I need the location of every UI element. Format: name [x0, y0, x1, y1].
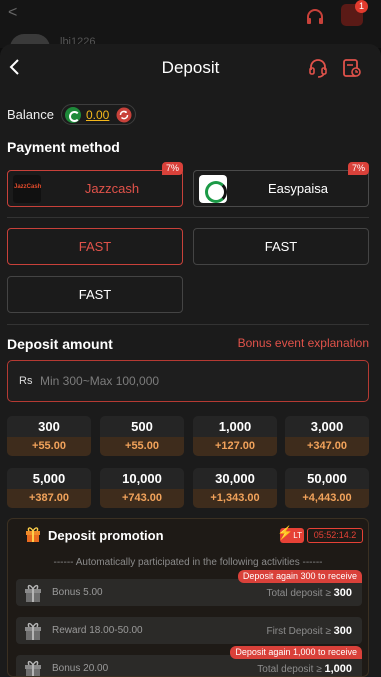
amount-chip-3000[interactable]: 3,000 +347.00 — [285, 416, 369, 456]
countdown-timer: 05:52:14.2 — [307, 528, 363, 543]
payment-option-label: Jazzcash — [84, 181, 140, 196]
chip-amount: 1,000 — [218, 419, 252, 434]
pakistan-flag-icon — [65, 107, 81, 123]
promotion-name: Bonus 20.00 — [52, 663, 109, 674]
amount-chip-5000[interactable]: 5,000 +387.00 — [7, 468, 91, 508]
chip-amount: 500 — [131, 419, 153, 434]
promotion-row[interactable]: Bonus 20.00 Total deposit ≥ 1,000 Deposi… — [16, 646, 362, 676]
chip-amount: 300 — [38, 419, 60, 434]
divider — [7, 217, 369, 218]
chip-bonus: +55.00 — [100, 437, 184, 456]
deposit-record-icon[interactable] — [341, 57, 363, 79]
channel-fast-3[interactable]: FAST — [7, 276, 183, 313]
chip-bonus: +55.00 — [7, 437, 91, 456]
currency-label: Rs — [19, 375, 33, 387]
promotion-condition: Total deposit ≥ 1,000 — [257, 663, 352, 675]
gift-box-icon — [25, 622, 41, 640]
lightning-icon: ⚡ — [277, 525, 294, 540]
deposit-amount-title: Deposit amount — [7, 336, 113, 352]
auto-participate-note: ------ Automatically participated in the… — [53, 557, 323, 568]
deposit-screen: < lbj1226 1 Deposit Balance 0.00 Payment… — [0, 0, 381, 677]
chip-bonus: +347.00 — [285, 437, 369, 456]
bonus-event-explanation-link[interactable]: Bonus event explanation — [238, 336, 369, 350]
chip-bonus: +387.00 — [7, 489, 91, 508]
condition-label: First Deposit ≥ — [266, 626, 331, 637]
balance-value: 0.00 — [86, 108, 110, 122]
background-headset-icon[interactable] — [304, 6, 326, 28]
promotion-name: Bonus 5.00 — [52, 587, 103, 598]
promotion-row[interactable]: Bonus 5.00 Total deposit ≥ 300 Deposit a… — [16, 570, 362, 606]
condition-value: 1,000 — [324, 663, 352, 675]
chip-amount: 3,000 — [310, 419, 344, 434]
payment-method-title: Payment method — [7, 139, 120, 155]
payment-bonus-tag: 7% — [161, 162, 183, 175]
promotion-name: Reward 18.00-50.00 — [52, 625, 143, 636]
customer-service-icon[interactable] — [307, 57, 329, 79]
deposit-amount-field[interactable]: Rs — [7, 360, 369, 402]
chip-bonus: +1,343.00 — [193, 489, 277, 508]
channel-fast-1[interactable]: FAST — [7, 228, 183, 265]
chip-amount: 10,000 — [122, 471, 162, 486]
deposit-promotion-panel: Deposit promotion ⚡ LT 05:52:14.2 ------… — [7, 518, 369, 677]
condition-value: 300 — [333, 587, 352, 599]
amount-chip-300[interactable]: 300 +55.00 — [7, 416, 91, 456]
limited-time-badge: ⚡ LT — [277, 525, 304, 543]
promotion-tag: Deposit again 300 to receive — [237, 570, 362, 583]
amount-chip-50000[interactable]: 50,000 +4,443.00 — [285, 468, 369, 508]
deposit-amount-input[interactable] — [40, 371, 340, 391]
payment-bonus-tag: 7% — [347, 162, 369, 175]
refresh-icon[interactable] — [116, 107, 132, 123]
promotion-tag: Deposit again 1,000 to receive — [230, 646, 362, 659]
deposit-sheet: Deposit Balance 0.00 Payment method Jazz… — [0, 44, 381, 677]
divider — [7, 324, 369, 325]
condition-label: Total deposit ≥ — [266, 588, 331, 599]
amount-chip-10000[interactable]: 10,000 +743.00 — [100, 468, 184, 508]
gift-box-icon — [25, 584, 41, 602]
promotion-row[interactable]: Reward 18.00-50.00 First Deposit ≥ 300 — [16, 617, 362, 644]
channel-fast-2[interactable]: FAST — [193, 228, 369, 265]
gift-box-icon — [25, 660, 41, 676]
payment-option-jazzcash[interactable]: JazzCash Jazzcash 7% — [7, 162, 183, 207]
chip-amount: 50,000 — [307, 471, 347, 486]
gift-icon — [26, 527, 40, 542]
balance-pill: 0.00 — [61, 104, 136, 125]
limited-time-label: LT — [293, 531, 302, 540]
chip-amount: 30,000 — [215, 471, 255, 486]
chip-bonus: +743.00 — [100, 489, 184, 508]
notification-badge: 1 — [355, 0, 368, 13]
amount-chip-1000[interactable]: 1,000 +127.00 — [193, 416, 277, 456]
background-back-icon[interactable]: < — [8, 4, 17, 22]
balance-label: Balance — [7, 107, 54, 122]
condition-value: 300 — [333, 625, 352, 637]
payment-option-easypaisa[interactable]: Easypaisa 7% — [193, 162, 369, 207]
promotion-condition: Total deposit ≥ 300 — [266, 587, 352, 599]
promotion-condition: First Deposit ≥ 300 — [266, 625, 352, 637]
amount-chip-500[interactable]: 500 +55.00 — [100, 416, 184, 456]
chip-bonus: +4,443.00 — [285, 489, 369, 508]
condition-label: Total deposit ≥ — [257, 664, 322, 675]
promotion-title: Deposit promotion — [48, 528, 164, 543]
chip-amount: 5,000 — [32, 471, 66, 486]
payment-option-label: Easypaisa — [268, 181, 328, 196]
chip-bonus: +127.00 — [193, 437, 277, 456]
amount-chip-30000[interactable]: 30,000 +1,343.00 — [193, 468, 277, 508]
